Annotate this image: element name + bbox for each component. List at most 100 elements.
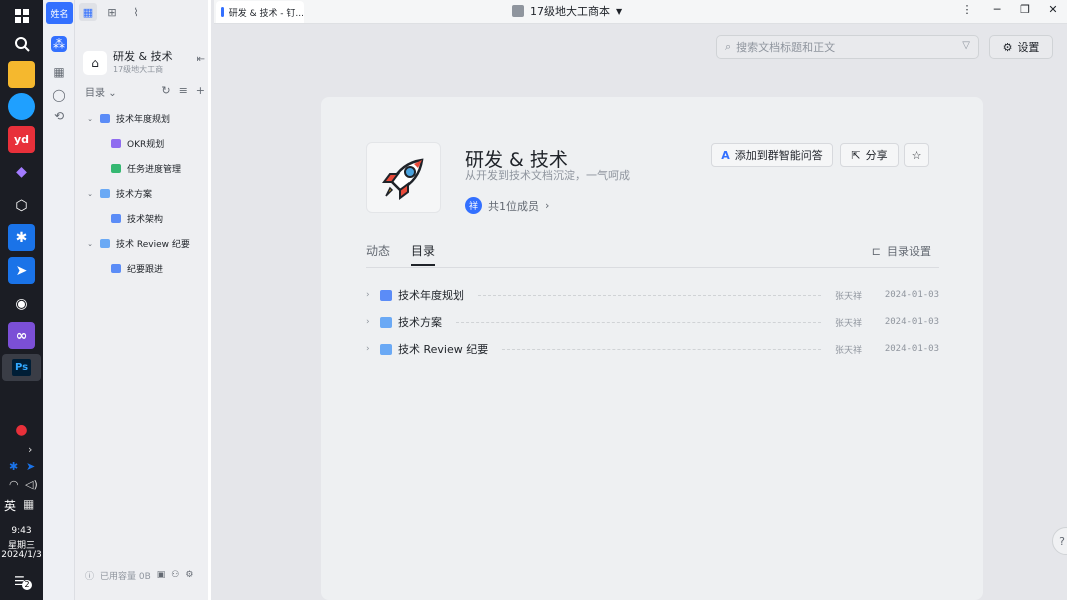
- toc-row[interactable]: › 技术年度规划 张天祥 2024-01-03: [366, 285, 939, 305]
- toc-owner: 张天祥: [835, 291, 863, 302]
- toc-divider: [456, 321, 821, 323]
- toc-owner: 张天祥: [835, 345, 863, 356]
- org-icon: [512, 5, 524, 17]
- tab-activity[interactable]: 动态: [366, 242, 390, 259]
- expand-chevron-icon[interactable]: ⌄: [85, 115, 95, 123]
- minimize-icon[interactable]: ─: [989, 3, 1005, 16]
- share-icon: ⇱: [851, 148, 861, 162]
- kb-tabs: 动态 目录 ⊏ 目录设置: [366, 242, 939, 268]
- org-icon[interactable]: ⁂: [51, 36, 67, 52]
- app-purple-icon[interactable]: ◆: [8, 158, 35, 185]
- home-icon[interactable]: ⌂: [83, 51, 107, 75]
- share-button[interactable]: ⇱ 分享: [840, 143, 899, 167]
- doc-icon: [380, 289, 392, 301]
- search-input[interactable]: ⌕ 搜索文档标题和正文 ▽: [716, 35, 979, 59]
- toc-date: 2024-01-03: [884, 344, 939, 354]
- favorite-button[interactable]: ☆: [904, 143, 929, 167]
- toc-row[interactable]: › 技术 Review 纪要 张天祥 2024-01-03: [366, 339, 939, 359]
- chevron-right-icon[interactable]: ›: [366, 317, 380, 327]
- sidebar-tree-item[interactable]: 技术架构: [75, 206, 211, 231]
- tab-current-doc[interactable]: 研发 & 技术 - 钉...: [216, 1, 304, 23]
- expand-chevron-icon[interactable]: ⌄: [85, 240, 95, 248]
- knowledge-base-header[interactable]: ⌂ 研发 & 技术 17级地大工商 ⇤: [81, 48, 207, 80]
- toc-row[interactable]: › 技术方案 张天祥 2024-01-03: [366, 312, 939, 332]
- folder-icon: [100, 239, 110, 248]
- close-icon[interactable]: ✕: [1045, 3, 1061, 16]
- tray-feishu-icon[interactable]: ➤: [26, 460, 35, 473]
- tray-red-icon[interactable]: ●: [8, 416, 35, 443]
- refresh-circle-icon[interactable]: ◯: [51, 87, 67, 103]
- photoshop-icon[interactable]: Ps: [2, 354, 41, 381]
- sidebar-tree-item[interactable]: ⌄ 技术 Review 纪要: [75, 231, 211, 256]
- kb-members-link[interactable]: 祥 共1位成员 ›: [465, 197, 549, 214]
- tab-toc[interactable]: 目录: [411, 242, 436, 266]
- toc-label: 目录: [85, 88, 105, 99]
- toc-dropdown[interactable]: 目录 ⌄: [85, 88, 117, 99]
- add-icon[interactable]: +: [196, 84, 205, 97]
- ime-indicator[interactable]: 英: [4, 497, 16, 514]
- help-icon[interactable]: ?: [1052, 527, 1067, 555]
- more-menu-icon[interactable]: ⋮: [959, 3, 975, 16]
- kb-description: 从开发到技术文档沉淀，一气呵成: [465, 169, 630, 182]
- user-avatar[interactable]: 姓名: [46, 2, 73, 24]
- toc-settings-button[interactable]: ⊏ 目录设置: [872, 243, 931, 259]
- chevron-right-icon: ›: [545, 199, 550, 212]
- collapse-sidebar-icon[interactable]: ⇤: [197, 54, 205, 65]
- sidebar-tree-item[interactable]: 纪要跟进: [75, 256, 211, 281]
- add-to-group-qa-label: 添加到群智能问答: [734, 149, 823, 162]
- folder-icon: [100, 189, 110, 198]
- visual-studio-icon[interactable]: ∞: [8, 322, 35, 349]
- sidebar-tree-item[interactable]: 任务进度管理: [75, 156, 211, 181]
- browser-icon[interactable]: [8, 93, 35, 120]
- rocket-icon: [366, 142, 441, 213]
- gear-icon[interactable]: ⚙: [185, 570, 193, 580]
- sidebar-tree: ⌄ 技术年度规划 OKR规划任务进度管理 ⌄ 技术方案 技术架构 ⌄ 技术 Review 纪要…: [75, 106, 211, 281]
- expand-chevron-icon[interactable]: ⌄: [85, 190, 95, 198]
- feishu-icon[interactable]: ➤: [8, 257, 35, 284]
- search-icon[interactable]: [8, 30, 35, 57]
- sheet-icon: [111, 164, 121, 173]
- sidebar-tree-item[interactable]: OKR规划: [75, 131, 211, 156]
- restore-icon[interactable]: ❐: [1017, 3, 1033, 16]
- toc-date: 2024-01-03: [884, 317, 939, 327]
- dingtalk-icon[interactable]: ✱: [8, 224, 35, 251]
- kb-overview-card: 研发 & 技术 从开发到技术文档沉淀，一气呵成 祥 共1位成员 › A 添加到群…: [321, 97, 983, 600]
- members-icon[interactable]: ⚇: [171, 570, 179, 580]
- doc-icon: [111, 214, 121, 223]
- workspace-switcher[interactable]: 17级地大工商本 ▼: [512, 3, 622, 19]
- activity-icon[interactable]: ⟲: [51, 108, 67, 124]
- filter-icon[interactable]: ▽: [962, 40, 970, 51]
- windows-start-icon[interactable]: [8, 2, 35, 29]
- settings-button[interactable]: ⚙ 设置: [989, 35, 1053, 59]
- doc-tab-icon: [221, 7, 224, 17]
- workspace-name: 17级地大工商本: [530, 5, 610, 18]
- file-explorer-icon[interactable]: [8, 61, 35, 88]
- chevron-right-icon[interactable]: ›: [366, 290, 380, 300]
- chart-view-icon[interactable]: ⌇: [127, 3, 145, 21]
- app-cube-icon[interactable]: ⬡: [8, 192, 35, 219]
- apps-grid-icon[interactable]: ▦: [51, 64, 67, 80]
- doc-icon: [100, 114, 110, 123]
- star-icon: ☆: [911, 148, 922, 162]
- volume-icon[interactable]: ◁): [25, 478, 38, 491]
- app-monkey-icon[interactable]: ◉: [8, 290, 35, 317]
- tray-dingtalk-icon[interactable]: ✱: [9, 460, 18, 473]
- sidebar-tree-item-label: 任务进度管理: [127, 165, 182, 175]
- recycle-icon[interactable]: ▣: [157, 570, 166, 580]
- sidebar-tree-item[interactable]: ⌄ 技术年度规划: [75, 106, 211, 131]
- add-to-group-qa-button[interactable]: A 添加到群智能问答: [711, 143, 833, 167]
- chevron-right-icon[interactable]: ›: [366, 344, 380, 354]
- ai-assistant-icon: A: [721, 148, 730, 162]
- refresh-icon[interactable]: ↻: [161, 84, 170, 97]
- gear-icon: ⚙: [1002, 40, 1013, 54]
- sort-icon[interactable]: ≡: [179, 84, 188, 97]
- youdao-icon[interactable]: yd: [8, 126, 35, 153]
- ime-grid-icon[interactable]: ▦: [23, 497, 34, 511]
- wifi-icon[interactable]: ◠: [9, 478, 19, 491]
- sidebar-tree-item[interactable]: ⌄ 技术方案: [75, 181, 211, 206]
- grid-view-icon[interactable]: ⊞: [103, 3, 121, 21]
- toc-title: 技术 Review 纪要: [398, 343, 489, 356]
- toc-settings-icon: ⊏: [871, 244, 881, 258]
- tray-expand-icon[interactable]: ›: [28, 443, 32, 456]
- tiles-view-icon[interactable]: ▦: [79, 3, 97, 21]
